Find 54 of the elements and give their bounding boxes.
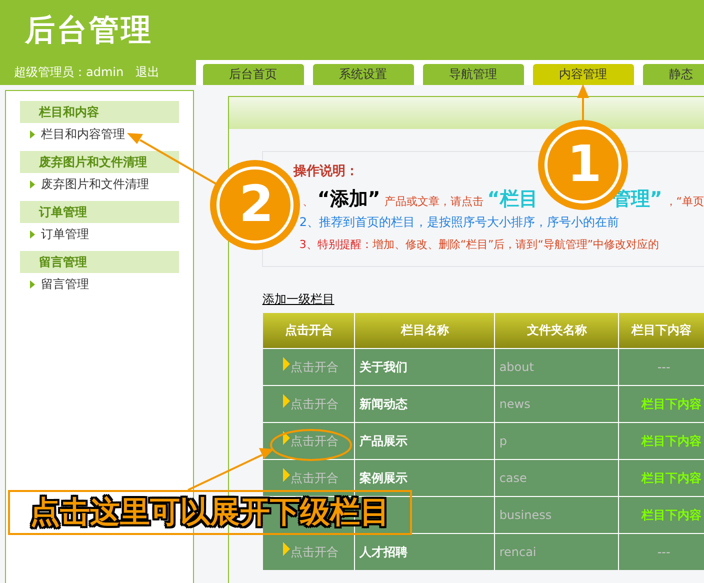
add-category-link[interactable]: 添加一级栏目	[262, 291, 334, 308]
app-title: 后台管理	[25, 12, 153, 50]
user-label: 超级管理员：admin	[14, 64, 124, 81]
nav-tab[interactable]: 系统设置	[313, 64, 414, 85]
category-name: 案例展示	[359, 470, 408, 486]
triangle-icon	[30, 230, 35, 238]
category-name: 产品展示	[359, 432, 408, 450]
category-name: 关于我们	[359, 358, 408, 376]
empty-value: ---	[657, 545, 670, 559]
sidebar-heading: 栏目和内容	[20, 101, 180, 123]
empty-value: ---	[657, 360, 670, 374]
folder-name: rencai	[499, 545, 536, 559]
instruction-text: ，“单页	[665, 194, 704, 210]
triangle-icon	[30, 180, 35, 188]
step-number: 2	[239, 179, 274, 229]
nav-tab[interactable]: 内容管理	[533, 64, 634, 85]
triangle-icon	[283, 431, 290, 445]
nav-tab[interactable]: 静态	[643, 64, 704, 85]
instruction-text: 2、推荐到首页的栏目，是按照序号大小排序，序号小的在前	[299, 214, 619, 231]
sidebar-item[interactable]: 订单管理	[41, 226, 89, 242]
pointer-arrow	[577, 84, 589, 122]
folder-name: news	[499, 397, 530, 411]
instruction-text: 3、特别提醒：	[299, 237, 372, 253]
folder-name: about	[499, 360, 534, 374]
folder-name: case	[499, 471, 527, 485]
sidebar-item[interactable]: 栏目和内容管理	[41, 126, 125, 142]
triangle-icon	[283, 394, 290, 408]
instruction-text: 增加、修改、删除“栏目”后，请到“导航管理”中修改对应的	[372, 237, 660, 253]
sidebar-heading: 废弃图片和文件清理	[20, 151, 180, 173]
triangle-icon	[30, 130, 35, 138]
category-name: 新闻动态	[359, 396, 408, 412]
sidebar-item[interactable]: 留言管理	[41, 276, 89, 292]
category-name: 人才招聘	[359, 544, 408, 560]
sidebar-heading: 订单管理	[20, 201, 180, 223]
triangle-icon	[283, 542, 290, 556]
instruction-text: 产品或文章，请点击	[384, 194, 484, 210]
instruction-text: “添加”	[317, 187, 380, 212]
instruction-text: 、	[302, 194, 314, 210]
instruction-text: “栏目	[487, 187, 538, 212]
sidebar-heading: 留言管理	[20, 251, 180, 273]
instructions-title: 操作说明：	[293, 163, 360, 180]
triangle-icon	[30, 280, 35, 288]
nav-tab[interactable]: 后台首页	[203, 64, 304, 85]
column-header: 栏目下内容	[619, 313, 704, 348]
column-header: 文件夹名称	[495, 313, 618, 348]
triangle-icon	[283, 357, 290, 371]
folder-name: business	[499, 508, 552, 522]
nav-tab[interactable]: 导航管理	[423, 64, 524, 85]
folder-name: p	[499, 434, 507, 448]
sidebar-item[interactable]: 废弃图片和文件清理	[41, 176, 149, 192]
column-header: 点击开合	[263, 313, 354, 348]
triangle-icon	[283, 468, 290, 482]
step-number: 1	[567, 139, 602, 189]
column-header: 栏目名称	[355, 313, 494, 348]
